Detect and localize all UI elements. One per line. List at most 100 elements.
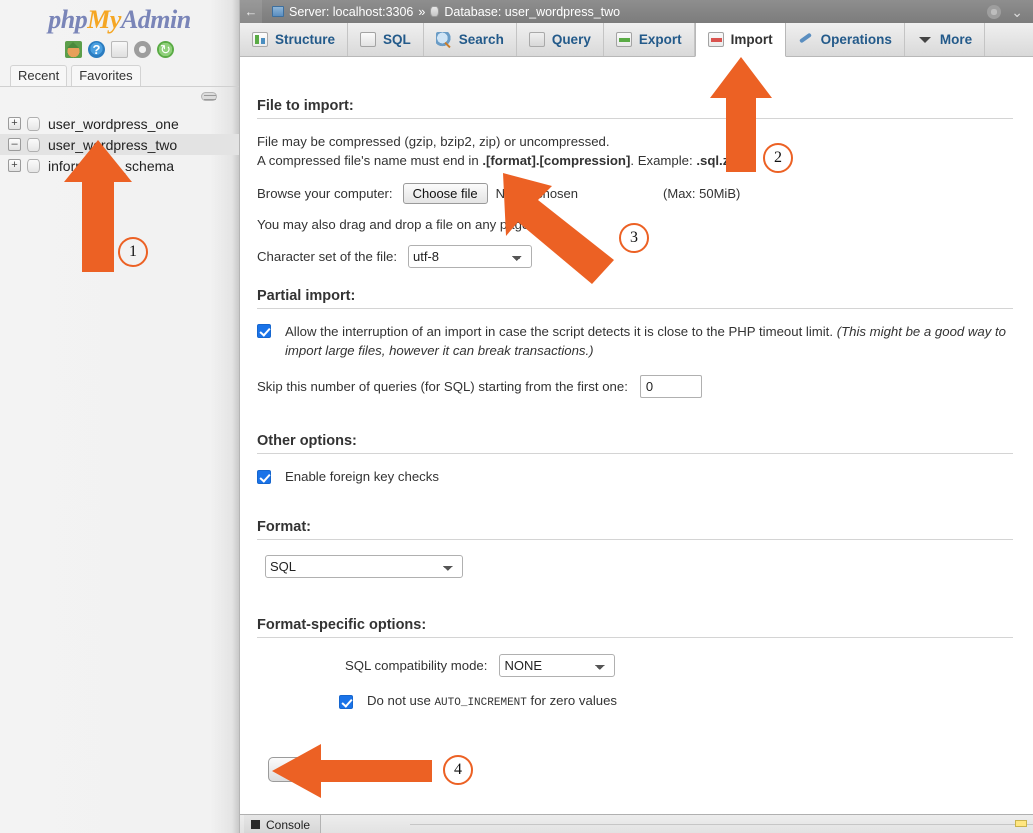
help-example-token: .sql.z <box>696 153 729 168</box>
sidebar-database-user_wordpress_two[interactable]: – user_wordpress_two <box>0 134 239 155</box>
tab-label: Import <box>731 32 773 47</box>
other-options-heading: Other options: <box>257 433 1013 453</box>
breadcrumb-database[interactable]: Database: user_wordpress_two <box>444 5 620 19</box>
database-label: user_wordpress_two <box>48 137 177 153</box>
breadcrumb-bar: ← Server: localhost:3306 » Database: use… <box>240 0 1033 23</box>
auto-increment-row: Do not use AUTO_INCREMENT for zero value… <box>339 691 1013 713</box>
home-icon[interactable] <box>65 41 82 58</box>
console-toggle[interactable]: Console <box>244 815 321 833</box>
no-file-chosen-text: No file chosen <box>496 186 578 201</box>
settings-icon[interactable] <box>134 41 151 58</box>
sidebar-tab-recent[interactable]: Recent <box>10 65 67 86</box>
tab-sql[interactable]: SQL <box>348 23 424 56</box>
sql-icon <box>360 32 376 47</box>
phpmyadmin-logo[interactable]: phpMyAdmin <box>0 0 239 35</box>
skip-queries-input[interactable] <box>640 375 702 398</box>
partial-import-heading: Partial import: <box>257 288 1013 308</box>
database-label: user_wordpress_one <box>48 116 179 132</box>
collapse-icon[interactable]: ⌄ <box>1011 5 1023 19</box>
sidebar-database-user_wordpress_one[interactable]: + user_wordpress_one <box>0 113 239 134</box>
foreign-key-checkbox[interactable] <box>257 470 271 484</box>
help-format-token: .[format].[compression] <box>482 153 630 168</box>
collapse-tree-toggle[interactable] <box>201 92 217 101</box>
go-button[interactable]: Go <box>268 757 320 782</box>
tab-operations[interactable]: Operations <box>786 23 905 56</box>
auto-increment-suffix: for zero values <box>527 693 617 708</box>
sidebar-toggle-row <box>0 87 239 109</box>
auto-increment-label: Do not use AUTO_INCREMENT for zero value… <box>367 691 617 713</box>
tab-structure[interactable]: Structure <box>240 23 348 56</box>
import-form: File to import: File may be compressed (… <box>240 57 1033 814</box>
logo-admin: Admin <box>121 5 191 34</box>
help-text-a: A compressed file's name must end in <box>257 153 482 168</box>
sidebar-icon-bar: ? ↻ <box>0 39 239 59</box>
query-icon <box>529 32 545 47</box>
database-icon <box>430 6 439 17</box>
console-label: Console <box>266 818 310 832</box>
browse-row: Browse your computer: Choose file No fil… <box>257 183 1013 204</box>
allow-interruption-checkbox[interactable] <box>257 324 271 338</box>
format-select[interactable]: SQL <box>265 555 463 578</box>
database-tree: + user_wordpress_one – user_wordpress_tw… <box>0 113 239 176</box>
format-specific-heading: Format-specific options: <box>257 617 1013 637</box>
tab-query[interactable]: Query <box>517 23 604 56</box>
breadcrumb-separator: » <box>418 5 425 19</box>
console-rule <box>410 824 1033 825</box>
back-button[interactable]: ← <box>240 0 262 23</box>
section-divider <box>257 539 1013 540</box>
tab-search[interactable]: Search <box>424 23 517 56</box>
import-icon <box>708 32 724 47</box>
phpmyadmin-window: phpMyAdmin ? ↻ Recent Favorites + user_w… <box>0 0 1033 833</box>
reload-icon[interactable]: ↻ <box>157 41 174 58</box>
tab-label: Structure <box>275 32 335 47</box>
search-icon <box>436 32 452 47</box>
chevron-down-icon <box>917 32 933 47</box>
sidebar-tab-favorites[interactable]: Favorites <box>71 65 140 86</box>
section-divider <box>257 453 1013 454</box>
help-icon[interactable]: ? <box>88 41 105 58</box>
sidebar-database-information_schema[interactable]: + information_schema <box>0 155 239 176</box>
database-icon <box>27 138 40 152</box>
sql-compatibility-select[interactable]: NONE <box>499 654 615 677</box>
tab-label: SQL <box>383 32 411 47</box>
console-bar: Console <box>240 814 1033 833</box>
allow-interruption-row: Allow the interruption of an import in c… <box>257 322 1013 360</box>
database-icon <box>27 159 40 173</box>
auto-increment-keyword: AUTO_INCREMENT <box>434 697 526 709</box>
sidebar-tabs: Recent Favorites <box>0 65 239 86</box>
breadcrumb-server[interactable]: Server: localhost:3306 <box>289 5 413 19</box>
expand-plus-icon[interactable]: + <box>8 159 21 172</box>
allow-interruption-label: Allow the interruption of an import in c… <box>285 324 833 339</box>
console-icon <box>251 820 260 829</box>
foreign-key-row: Enable foreign key checks <box>257 467 1013 486</box>
tab-label: Operations <box>821 32 892 47</box>
auto-increment-checkbox[interactable] <box>339 695 353 709</box>
section-divider <box>257 118 1013 119</box>
sidebar: phpMyAdmin ? ↻ Recent Favorites + user_w… <box>0 0 240 833</box>
browse-label: Browse your computer: <box>257 186 393 201</box>
server-icon <box>272 6 284 17</box>
tab-export[interactable]: Export <box>604 23 695 56</box>
auto-increment-prefix: Do not use <box>367 693 434 708</box>
export-icon <box>616 32 632 47</box>
expand-plus-icon[interactable]: + <box>8 117 21 130</box>
breadcrumb-actions: ⌄ <box>987 5 1033 19</box>
database-icon <box>27 117 40 131</box>
tab-more[interactable]: More <box>905 23 985 56</box>
gear-icon[interactable] <box>987 5 1001 19</box>
compression-help-line1: File may be compressed (gzip, bzip2, zip… <box>257 132 1013 151</box>
collapse-minus-icon[interactable]: – <box>8 138 21 151</box>
charset-label: Character set of the file: <box>257 249 397 264</box>
resize-handle[interactable] <box>1015 820 1027 827</box>
sql-compatibility-label: SQL compatibility mode: <box>345 658 487 673</box>
tab-label: Search <box>459 32 504 47</box>
section-divider <box>257 308 1013 309</box>
annotation-badge-4: 4 <box>443 755 473 785</box>
choose-file-button[interactable]: Choose file <box>403 183 488 204</box>
tab-import[interactable]: Import <box>695 23 786 57</box>
documentation-icon[interactable] <box>111 41 128 58</box>
charset-select[interactable]: utf-8 <box>408 245 532 268</box>
structure-icon <box>252 32 268 47</box>
skip-queries-row: Skip this number of queries (for SQL) st… <box>257 375 1013 398</box>
logo-php: php <box>48 5 87 34</box>
